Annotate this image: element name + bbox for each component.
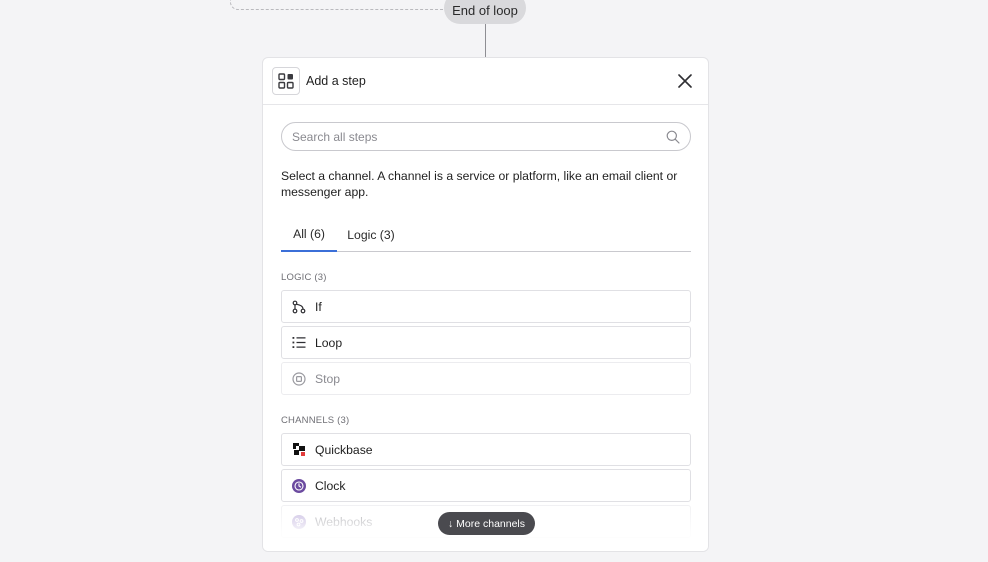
close-button[interactable] xyxy=(676,72,694,90)
connector-line xyxy=(485,24,486,57)
list-icon xyxy=(291,335,307,351)
step-if[interactable]: If xyxy=(281,290,691,323)
tab-logic[interactable]: Logic (3) xyxy=(337,218,405,252)
tab-all[interactable]: All (6) xyxy=(281,218,337,252)
channel-description: Select a channel. A channel is a service… xyxy=(281,169,678,199)
step-loop-label: Loop xyxy=(315,335,343,350)
add-step-panel: Add a step Select a channel. A channel i… xyxy=(262,57,709,552)
step-stop[interactable]: Stop xyxy=(281,362,691,395)
step-quickbase[interactable]: Quickbase xyxy=(281,433,691,466)
more-channels-button[interactable]: ↓ More channels xyxy=(438,512,535,535)
clock-icon xyxy=(291,478,307,494)
step-if-label: If xyxy=(315,299,322,314)
search-icon xyxy=(666,130,680,149)
step-clock-label: Clock xyxy=(315,478,346,493)
webhooks-icon xyxy=(291,514,307,530)
branch-icon xyxy=(291,299,307,315)
stop-icon xyxy=(291,371,307,387)
search-input[interactable] xyxy=(292,123,652,150)
more-channels-label: ↓ More channels xyxy=(447,517,526,530)
panel-title: Add a step xyxy=(306,74,366,88)
logic-section-label: LOGIC (3) xyxy=(281,272,327,283)
step-loop[interactable]: Loop xyxy=(281,326,691,359)
step-clock[interactable]: Clock xyxy=(281,469,691,502)
close-icon xyxy=(678,74,692,88)
search-field[interactable] xyxy=(281,122,691,151)
step-webhooks-label: Webhooks xyxy=(315,514,373,529)
steps-grid-icon xyxy=(272,67,300,95)
end-of-loop-node[interactable]: End of loop xyxy=(444,0,526,24)
tab-logic-label: Logic (3) xyxy=(347,227,395,242)
step-tabs: All (6) Logic (3) xyxy=(281,218,691,252)
step-quickbase-label: Quickbase xyxy=(315,442,373,457)
loop-connector-line xyxy=(230,0,446,10)
end-of-loop-label: End of loop xyxy=(452,2,518,18)
tab-all-label: All (6) xyxy=(293,226,325,241)
quickbase-logo-icon xyxy=(291,442,307,458)
channels-section-label: CHANNELS (3) xyxy=(281,415,350,426)
panel-header: Add a step xyxy=(263,58,708,105)
step-stop-label: Stop xyxy=(315,371,341,386)
